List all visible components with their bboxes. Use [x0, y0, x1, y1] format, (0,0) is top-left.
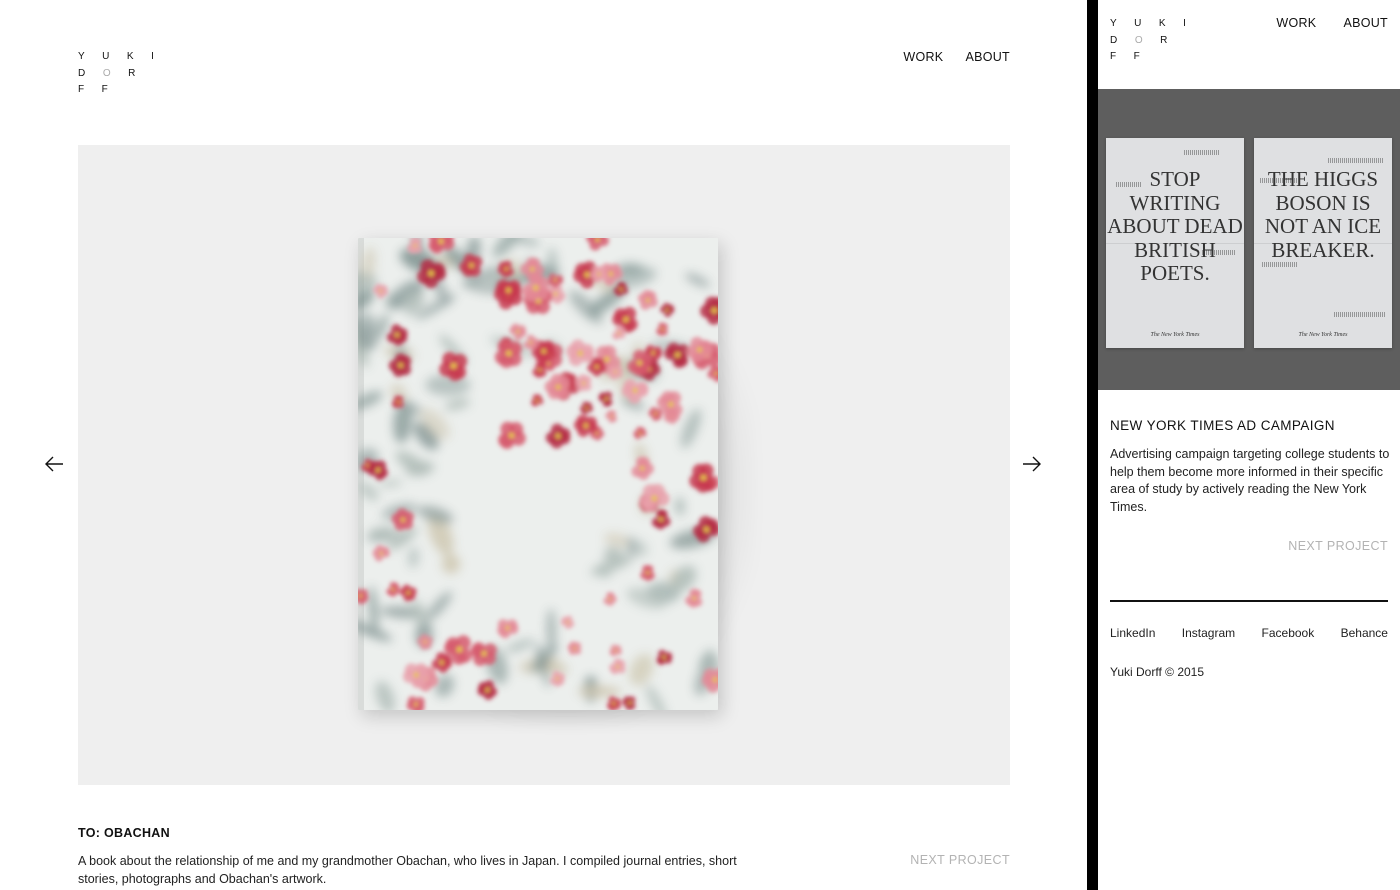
view-divider [1087, 0, 1098, 890]
mobile-logo[interactable]: Y U K I D O R F F [1110, 16, 1193, 66]
mobile-project-hero-image: STOP WRITING ABOUT DEAD BRITISH POETS. T… [1098, 89, 1400, 390]
nav-work-link[interactable]: WORK [903, 50, 943, 64]
main-nav: WORK ABOUT [903, 50, 1010, 64]
mobile-view: Y U K I D O R F F WORK ABOUT STOP WRITIN… [1098, 0, 1400, 890]
social-linkedin-link[interactable]: LinkedIn [1110, 626, 1155, 640]
cover-flower [498, 421, 526, 449]
poster-headline: THE HIGGS BOSON IS NOT AN ICE BREAKER. [1264, 167, 1382, 262]
project-description: A book about the relationship of me and … [78, 854, 737, 886]
logo-row-3: F F [78, 84, 116, 95]
logo-row-2: D O R [78, 67, 143, 79]
logo[interactable]: Y U K I D O R F F [78, 49, 161, 99]
next-project-link[interactable]: NEXT PROJECT [910, 853, 1010, 867]
poster-masthead: The New York Times [1298, 332, 1348, 338]
social-behance-link[interactable]: Behance [1341, 626, 1388, 640]
logo-row-1: Y U K I [1110, 18, 1194, 29]
mobile-project-description: Advertising campaign targeting college s… [1110, 447, 1390, 514]
copyright: Yuki Dorff © 2015 [1110, 665, 1205, 679]
mobile-nav-work-link[interactable]: WORK [1276, 16, 1316, 30]
desktop-view: Y U K I D O R F F WORK ABOUT TO: OBACHAN… [0, 0, 1087, 890]
mobile-nav: WORK ABOUT [1276, 16, 1388, 30]
next-arrow-icon[interactable] [1021, 453, 1043, 475]
project-title: TO: OBACHAN [78, 826, 170, 840]
logo-row-2: D O R [1110, 34, 1175, 46]
poster-higgs-boson: THE HIGGS BOSON IS NOT AN ICE BREAKER. T… [1254, 138, 1392, 348]
poster-stop-writing: STOP WRITING ABOUT DEAD BRITISH POETS. T… [1106, 138, 1244, 348]
social-links: LinkedIn Instagram Facebook Behance [1110, 626, 1388, 640]
mobile-project-title: NEW YORK TIMES AD CAMPAIGN [1110, 418, 1335, 433]
cover-flower [609, 644, 622, 657]
social-facebook-link[interactable]: Facebook [1262, 626, 1315, 640]
logo-row-3: F F [1110, 51, 1148, 62]
poster-masthead: The New York Times [1150, 332, 1200, 338]
book-cover-image [358, 238, 718, 710]
cover-flower [406, 696, 425, 710]
social-instagram-link[interactable]: Instagram [1182, 626, 1235, 640]
logo-row-1: Y U K I [78, 51, 162, 62]
mobile-next-project-link[interactable]: NEXT PROJECT [1288, 539, 1388, 553]
poster-headline: STOP WRITING ABOUT DEAD BRITISH POETS. [1107, 167, 1243, 285]
cover-flower [470, 642, 497, 666]
nav-about-link[interactable]: ABOUT [965, 50, 1010, 64]
cover-flower [494, 339, 523, 368]
previous-arrow-icon[interactable] [43, 453, 65, 475]
mobile-nav-about-link[interactable]: ABOUT [1343, 16, 1388, 30]
footer-divider [1110, 600, 1388, 602]
